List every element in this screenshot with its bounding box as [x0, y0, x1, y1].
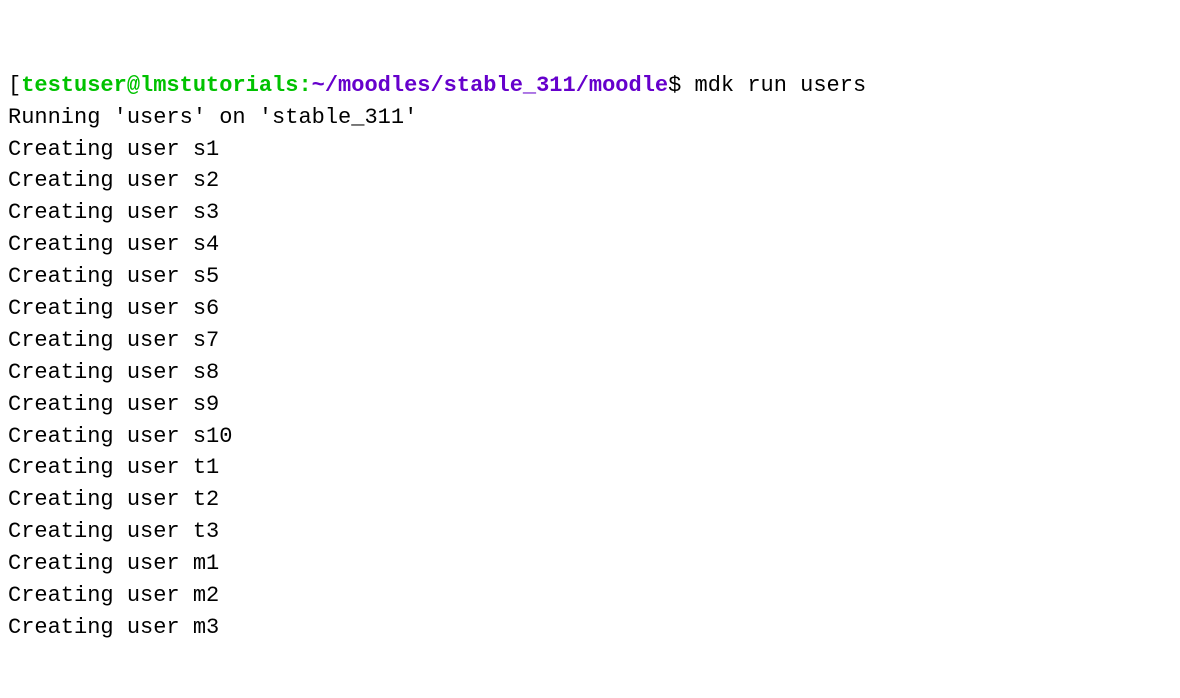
user-host: testuser@lmstutorials [21, 73, 298, 98]
output-line: Creating user s9 [8, 389, 1172, 421]
prompt-line: [testuser@lmstutorials:~/moodles/stable_… [8, 70, 1172, 102]
prompt-dollar: $ [668, 73, 694, 98]
output-line: Creating user t2 [8, 484, 1172, 516]
output-line: Creating user t1 [8, 452, 1172, 484]
output-line: Creating user s8 [8, 357, 1172, 389]
output-line: Creating user s7 [8, 325, 1172, 357]
prompt-colon: : [298, 73, 311, 98]
output-line: Running 'users' on 'stable_311' [8, 102, 1172, 134]
output-line: Creating user s2 [8, 165, 1172, 197]
bracket-open: [ [8, 73, 21, 98]
output-line: Creating user m3 [8, 612, 1172, 644]
command-input: mdk run users [695, 73, 867, 98]
output-line: Creating user s3 [8, 197, 1172, 229]
current-path: ~/moodles/stable_311/moodle [312, 73, 668, 98]
output-line: Creating user s6 [8, 293, 1172, 325]
output-line: Creating user m2 [8, 580, 1172, 612]
output-line: Creating user s1 [8, 134, 1172, 166]
output-line: Creating user m1 [8, 548, 1172, 580]
output-line: Creating user t3 [8, 516, 1172, 548]
output-line: Creating user s10 [8, 421, 1172, 453]
output-line: Creating user s4 [8, 229, 1172, 261]
terminal-window[interactable]: [testuser@lmstutorials:~/moodles/stable_… [8, 6, 1172, 676]
output-line: Creating user s5 [8, 261, 1172, 293]
